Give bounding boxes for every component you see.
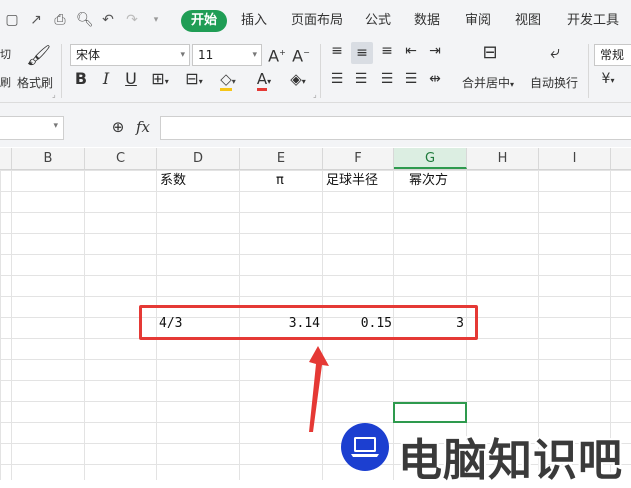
currency-icon[interactable]: ¥▾ xyxy=(598,70,618,90)
annotation-highlight-box xyxy=(139,305,478,340)
formula-bar: ▾ ⊕ fx xyxy=(0,103,631,147)
tab-insert[interactable]: 插入 xyxy=(241,10,267,32)
cell-style-icon[interactable]: ⊟▾ xyxy=(180,70,208,91)
cut-label[interactable]: 切 xyxy=(0,46,11,62)
bold-icon[interactable]: B xyxy=(72,70,90,88)
font-size-value: 11 xyxy=(198,48,214,62)
tab-review[interactable]: 审阅 xyxy=(465,10,491,32)
font-color-icon[interactable]: A▾ xyxy=(250,70,278,91)
column-header-i[interactable]: I xyxy=(539,148,611,169)
column-header-b[interactable]: B xyxy=(12,148,85,169)
font-launcher-icon[interactable]: ⌟ xyxy=(313,90,317,99)
chevron-down-icon: ▾ xyxy=(53,121,58,131)
format-painter-label[interactable]: 格式刷 xyxy=(17,74,53,91)
align-center-icon[interactable]: ☰ xyxy=(351,70,371,88)
font-name-select[interactable]: 宋体 ▾ xyxy=(70,44,190,66)
redo-icon[interactable]: ↷ xyxy=(124,12,140,28)
save-icon[interactable]: ▢ xyxy=(4,12,20,28)
chevron-down-icon: ▾ xyxy=(180,50,185,60)
increase-indent-icon[interactable]: ⇥ xyxy=(425,42,445,60)
underline-icon[interactable]: U xyxy=(122,70,140,88)
tab-formulas[interactable]: 公式 xyxy=(365,10,391,32)
paste-label[interactable]: 刷 xyxy=(0,74,11,90)
gridline xyxy=(84,170,85,480)
column-header-c[interactable]: C xyxy=(85,148,157,169)
tab-home[interactable]: 开始 xyxy=(181,10,228,32)
column-header-h[interactable]: H xyxy=(467,148,539,169)
tab-view[interactable]: 视图 xyxy=(515,10,541,32)
wrap-text-button[interactable]: 自动换行 xyxy=(530,74,578,91)
selected-cell[interactable] xyxy=(393,402,467,423)
align-top-icon[interactable]: ≡ xyxy=(327,42,347,60)
increase-font-icon[interactable]: A+ xyxy=(267,44,287,65)
number-format-value: 常规 xyxy=(600,48,625,62)
align-left-icon[interactable]: ☰ xyxy=(327,70,347,88)
fill-color-icon[interactable]: ◇▾ xyxy=(214,70,242,91)
watermark-text: 电脑知识吧 xyxy=(398,435,623,486)
distributed-icon[interactable]: ⇹ xyxy=(425,70,445,88)
tab-developer[interactable]: 开发工具 xyxy=(567,10,619,32)
fx-icon[interactable]: fx xyxy=(136,118,150,136)
justify-icon[interactable]: ☰ xyxy=(401,70,421,88)
undo-icon[interactable]: ↶ xyxy=(100,12,116,28)
divider xyxy=(61,44,62,98)
zoom-search-icon[interactable]: ⊕ xyxy=(108,118,128,136)
font-name-value: 宋体 xyxy=(76,48,101,62)
format-painter-icon[interactable]: 🖌︎ xyxy=(26,42,51,68)
column-header-j[interactable] xyxy=(611,148,631,169)
column-header-bar: B C D E F G H I xyxy=(0,148,631,170)
share-icon[interactable]: ↗ xyxy=(28,12,44,28)
align-right-icon[interactable]: ☰ xyxy=(377,70,397,88)
divider xyxy=(320,44,321,98)
formula-input[interactable] xyxy=(160,116,631,140)
column-header-d[interactable]: D xyxy=(157,148,240,169)
number-format-select[interactable]: 常规 xyxy=(594,44,631,66)
borders-icon[interactable]: ⊞▾ xyxy=(146,70,174,91)
italic-icon[interactable]: I xyxy=(97,70,115,88)
decrease-indent-icon[interactable]: ⇤ xyxy=(401,42,421,60)
merge-center-icon[interactable]: ⊟ xyxy=(477,44,503,66)
watermark-logo xyxy=(341,423,389,471)
tab-page-layout[interactable]: 页面布局 xyxy=(291,10,343,32)
divider xyxy=(588,44,589,98)
column-header-e[interactable]: E xyxy=(240,148,323,169)
column-header-g[interactable]: G xyxy=(394,148,467,169)
print-preview-icon[interactable]: 🔍︎ xyxy=(76,12,94,28)
clear-icon[interactable]: ◈▾ xyxy=(284,70,312,91)
wrap-text-icon[interactable]: ⤶ xyxy=(542,44,568,66)
chevron-down-icon: ▾ xyxy=(252,50,257,60)
column-header-a[interactable] xyxy=(0,148,12,169)
merge-center-button[interactable]: 合并居中▾ xyxy=(462,74,514,91)
align-bottom-icon[interactable]: ≡ xyxy=(377,42,397,60)
ribbon-home: 切 刷 🖌︎ 格式刷 ⌟ 宋体 ▾ 11 ▾ A+ A− B I U ⊞▾ ⊟▾… xyxy=(0,40,631,103)
laptop-icon xyxy=(351,437,379,457)
gridline xyxy=(11,170,12,480)
cell-e-header[interactable]: π xyxy=(276,170,284,191)
cell-g-header[interactable]: 幂次方 xyxy=(409,170,448,191)
annotation-arrow-icon xyxy=(309,346,329,432)
tab-data[interactable]: 数据 xyxy=(414,10,440,32)
clipboard-launcher-icon[interactable]: ⌟ xyxy=(52,90,56,99)
decrease-font-icon[interactable]: A− xyxy=(291,44,311,65)
name-box[interactable]: ▾ xyxy=(0,116,64,140)
column-header-f[interactable]: F xyxy=(323,148,394,169)
cell-f-header[interactable]: 足球半径 xyxy=(326,170,378,191)
font-size-select[interactable]: 11 ▾ xyxy=(192,44,262,66)
print-icon[interactable]: ⎙ xyxy=(52,12,68,28)
ribbon-tab-bar: ▢ ↗ ⎙ 🔍︎ ↶ ↷ ▾ 开始 插入 页面布局 公式 数据 审阅 视图 开发… xyxy=(0,0,631,40)
customize-dropdown-icon[interactable]: ▾ xyxy=(148,12,164,28)
cell-d-header[interactable]: 系数 xyxy=(160,170,186,191)
align-middle-icon[interactable]: ≡ xyxy=(351,42,373,64)
